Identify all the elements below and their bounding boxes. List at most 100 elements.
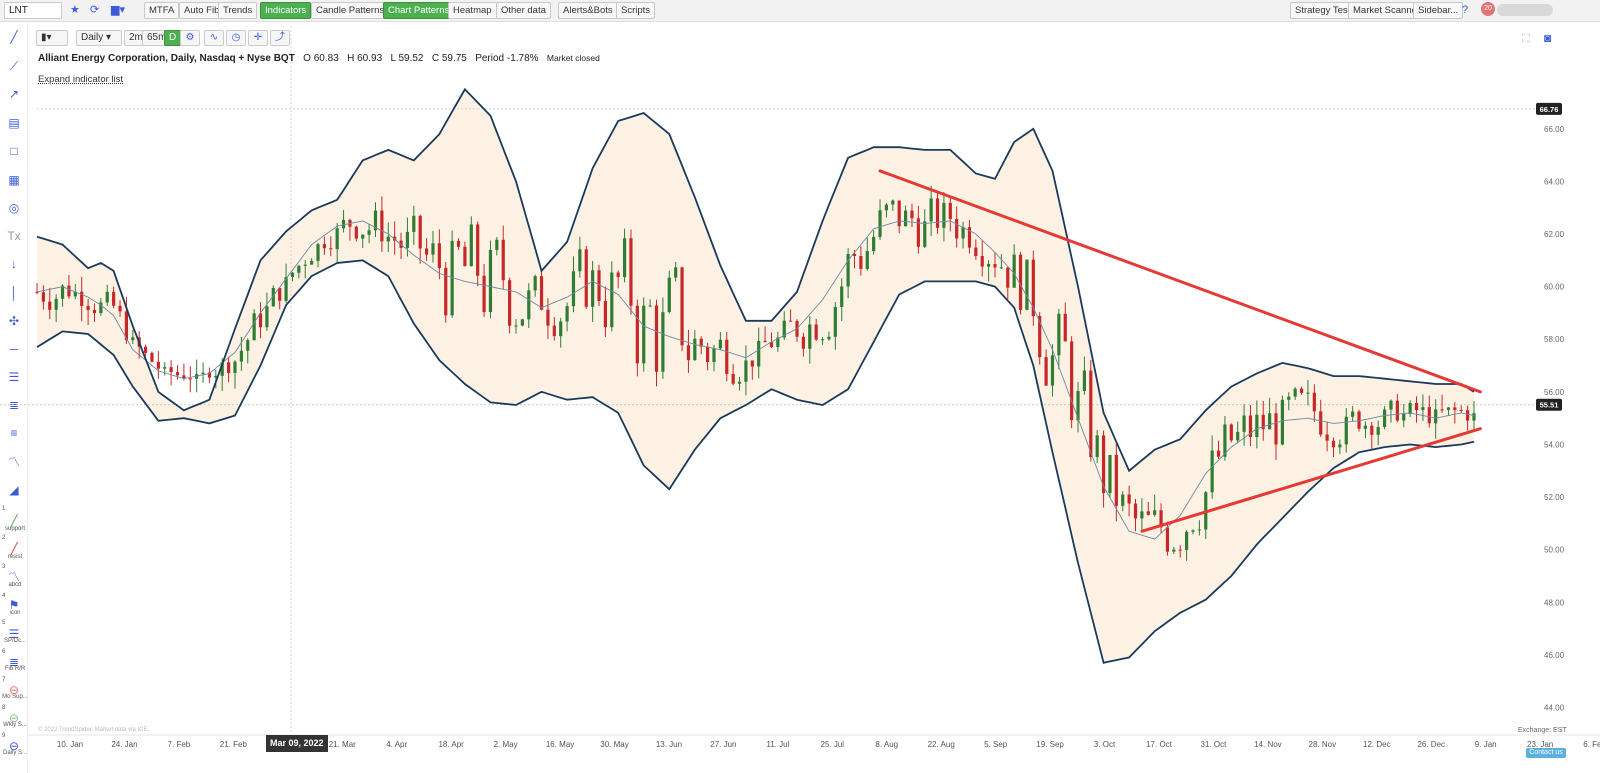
candle-body (175, 372, 180, 376)
candle-body (1453, 407, 1457, 410)
candle-body (840, 286, 844, 308)
candle-body (463, 246, 467, 267)
candle-body (1095, 435, 1099, 458)
camera-icon[interactable]: ◙ (1544, 31, 1551, 45)
fullscreen-icon[interactable]: ⛶ (1522, 33, 1530, 46)
candle-body (1210, 450, 1214, 493)
clock-icon[interactable]: ◷ (226, 30, 246, 46)
candle-body (693, 338, 697, 361)
candle-body (310, 260, 314, 265)
candle-body (814, 324, 818, 340)
candle-body (667, 277, 671, 313)
candle-body (872, 236, 876, 252)
y-tick-label: 52.00 (1544, 493, 1565, 502)
candle-body (322, 244, 326, 249)
candle-body (41, 292, 45, 302)
candle-body (999, 267, 1003, 269)
candle-body (1268, 413, 1272, 430)
candle-body (1146, 511, 1150, 515)
candle-body (571, 271, 576, 307)
candle-body (456, 240, 461, 247)
chart-legend: Alliant Energy Corporation, Daily, Nasda… (38, 53, 600, 64)
candle-body (533, 276, 537, 291)
candle-body (1338, 444, 1342, 448)
candle-body (188, 378, 192, 380)
candle-body (591, 270, 595, 307)
x-tick-label: 25. Jul (821, 740, 845, 749)
candle-body (929, 198, 933, 222)
candle-body (316, 244, 320, 261)
candle-body (86, 305, 90, 310)
current-price-marker: 55.51 (1540, 401, 1559, 410)
market-status: Market closed (546, 53, 600, 63)
candle-body (1185, 531, 1189, 550)
candle-body (750, 360, 754, 367)
y-tick-label: 48.00 (1544, 598, 1565, 607)
candle-body (935, 198, 940, 228)
settings-gear-icon[interactable]: ⚙ (180, 30, 200, 46)
candle-body (1459, 409, 1463, 411)
candle-body (1044, 357, 1048, 386)
candle-body (884, 204, 889, 211)
x-tick-label: 22. Aug (928, 740, 955, 749)
bar-type-dropdown[interactable]: ▮▾ (36, 30, 68, 46)
candle-body (629, 238, 633, 306)
candle-body (341, 219, 346, 229)
candle-body (1255, 414, 1259, 437)
candle-body (1274, 413, 1278, 445)
log-scale-icon[interactable]: ⤴ (270, 30, 290, 46)
candle-body (910, 210, 914, 219)
candle-body (648, 305, 652, 307)
candle-body (239, 350, 243, 362)
y-tick-label: 66.00 (1544, 125, 1565, 134)
y-tick-label: 50.00 (1544, 546, 1565, 555)
candle-body (169, 367, 173, 373)
interval-dropdown[interactable]: Daily ▾ (76, 30, 122, 46)
x-tick-label: 24. Jan (111, 740, 137, 749)
candle-body (948, 202, 952, 219)
candle-body (412, 215, 416, 232)
candle-body (1121, 494, 1125, 506)
candle-body (92, 309, 97, 314)
candle-body (993, 264, 997, 268)
y-tick-label: 46.00 (1544, 651, 1565, 660)
interval-label: Daily (81, 32, 104, 43)
x-tick-label: 21. Feb (220, 740, 248, 749)
candle-body (578, 249, 582, 272)
tf-daily-button[interactable]: D (164, 30, 182, 46)
candle-body (961, 227, 965, 239)
contact-us-button[interactable]: Contact us (1526, 748, 1566, 758)
candle-body (942, 202, 946, 228)
candle-body (891, 200, 895, 205)
crosshair-icon[interactable]: ✛ (248, 30, 268, 46)
indicator-wave-icon[interactable]: ∿ (204, 30, 224, 46)
candle-body (1312, 392, 1316, 412)
candle-body (1057, 313, 1061, 356)
candle-body (1376, 427, 1380, 435)
candle-body (1395, 400, 1399, 421)
candle-body (674, 267, 678, 278)
instrument-title: Alliant Energy Corporation, Daily, Nasda… (38, 53, 295, 64)
candle-body (1063, 313, 1067, 342)
candle-body (143, 346, 148, 353)
candle-body (150, 352, 154, 362)
candle-body (1434, 409, 1438, 424)
candle-body (290, 272, 295, 277)
x-tick-label: 11. Jul (766, 740, 789, 749)
candle-body (820, 339, 825, 341)
exchange-label: Exchange: EST (1518, 727, 1567, 734)
candle-body (686, 345, 691, 361)
candle-body (67, 285, 71, 297)
x-tick-label: 10. Jan (57, 740, 83, 749)
candle-body (112, 291, 116, 306)
price-chart[interactable]: 44.00 46.00 48.00 50.00 52.00 54.00 56.00 58.00… (0, 0, 1600, 773)
candle-body (1089, 370, 1093, 458)
candle-body (1133, 503, 1138, 519)
candle-body (923, 221, 927, 247)
candle-body (833, 307, 837, 337)
candle-body (527, 290, 531, 320)
candle-body (1319, 411, 1323, 435)
expand-indicator-link[interactable]: Expand indicator list (38, 74, 123, 85)
candle-body (859, 256, 863, 269)
y-tick-label: 60.00 (1544, 283, 1565, 292)
